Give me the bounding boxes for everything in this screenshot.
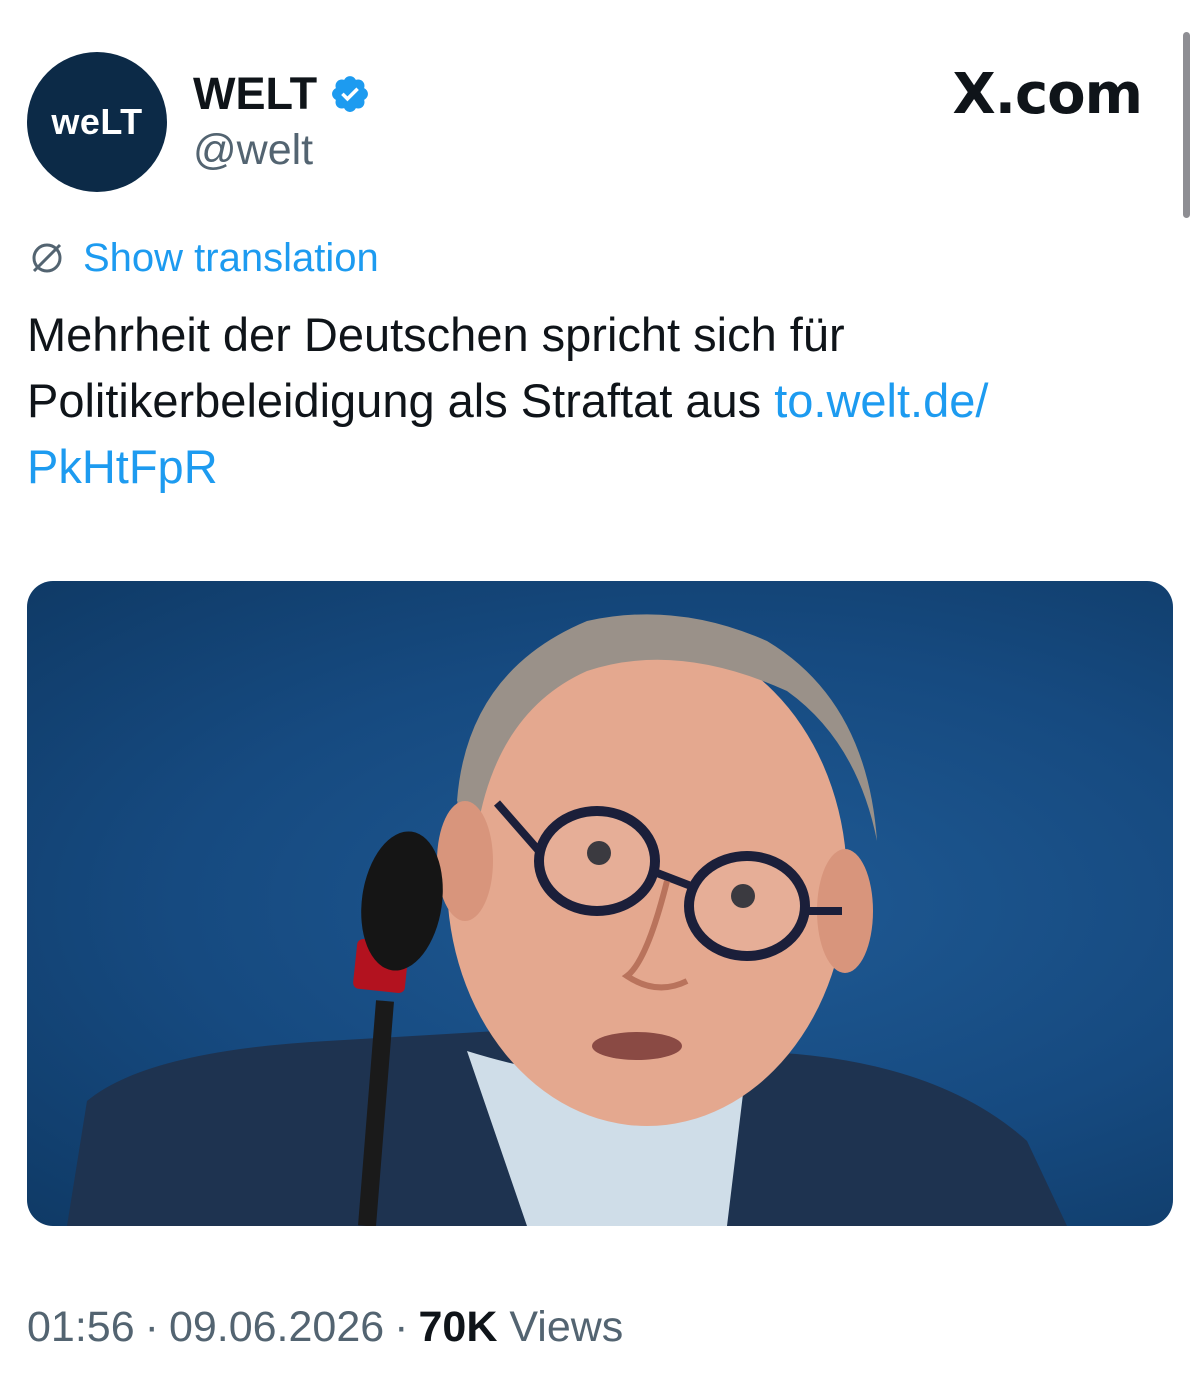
tweet-time[interactable]: 01:56 bbox=[27, 1303, 135, 1352]
display-name-text: WELT bbox=[193, 68, 318, 119]
show-translation-label: Show translation bbox=[83, 235, 379, 280]
account-handle[interactable]: @welt bbox=[193, 126, 313, 175]
show-translation-button[interactable]: Show translation bbox=[27, 232, 379, 284]
site-label: X.com bbox=[952, 62, 1143, 127]
avatar[interactable]: weLT bbox=[27, 52, 167, 192]
avatar-logo-text: weLT bbox=[51, 101, 143, 142]
scrollbar[interactable] bbox=[1183, 32, 1190, 218]
meta-separator: · bbox=[144, 1302, 159, 1351]
views-count: 70K bbox=[418, 1302, 498, 1351]
tweet-meta: 01:56 · 09.06.2026 · 70K Views bbox=[27, 1297, 623, 1357]
tweet-body: Mehrheit der Deutschen spricht sich für … bbox=[27, 308, 845, 427]
globe-icon bbox=[32, 243, 62, 273]
verified-badge-icon bbox=[332, 76, 369, 112]
tweet-date[interactable]: 09.06.2026 bbox=[169, 1303, 384, 1352]
display-name[interactable]: WELT bbox=[193, 64, 371, 124]
portrait-photo bbox=[67, 614, 1067, 1226]
meta-separator: · bbox=[394, 1302, 409, 1351]
tweet-text: Mehrheit der Deutschen spricht sich für … bbox=[27, 302, 1167, 500]
views-label: Views bbox=[509, 1302, 624, 1351]
tweet-media-photo[interactable] bbox=[27, 581, 1173, 1226]
